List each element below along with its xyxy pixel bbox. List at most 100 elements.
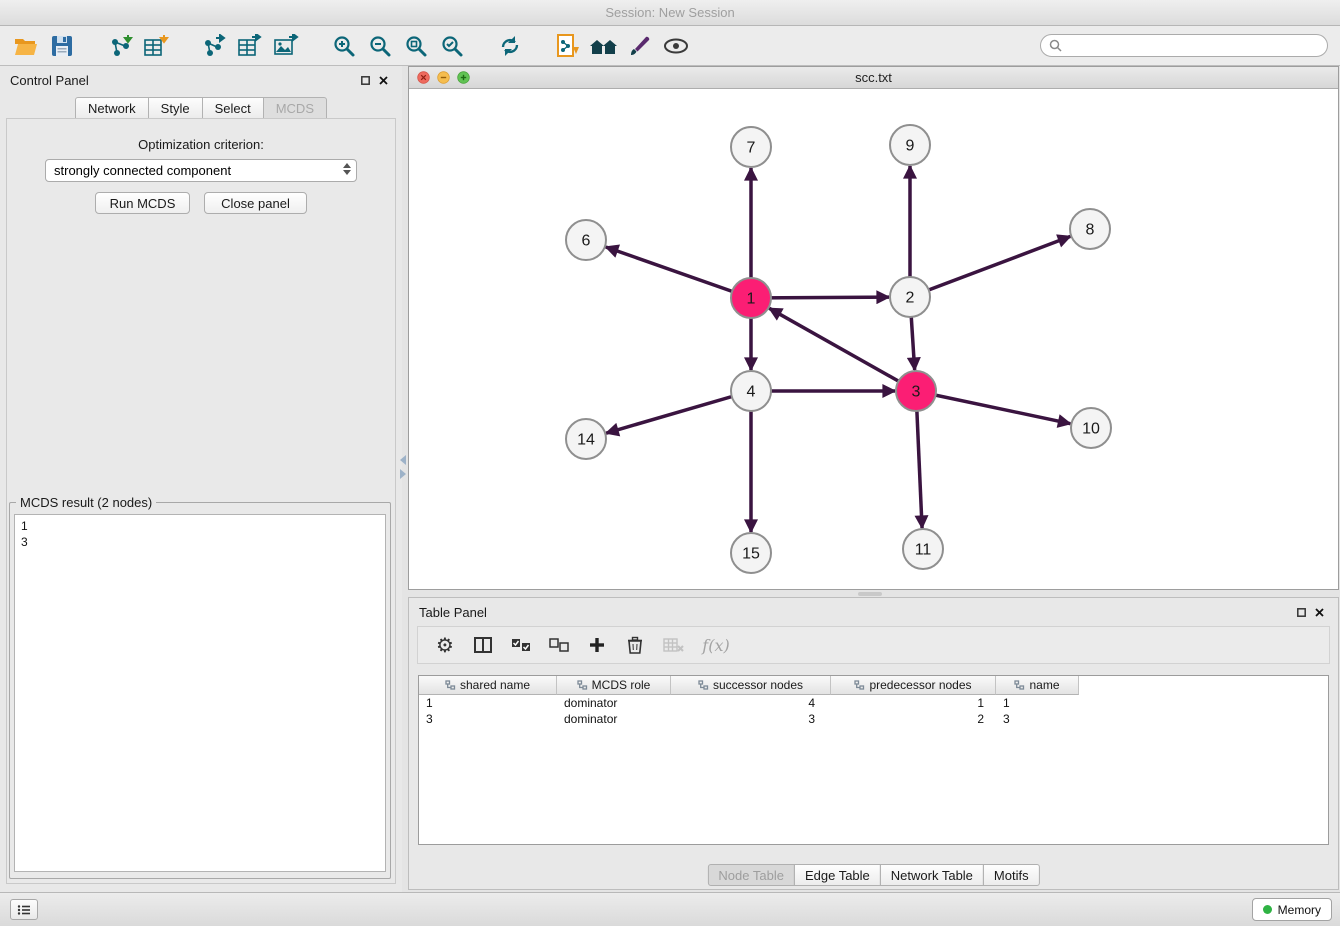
tab-edge-table[interactable]: Edge Table: [794, 864, 881, 886]
delete-table-button[interactable]: [656, 630, 690, 660]
search-icon: [1049, 39, 1062, 52]
save-session-button[interactable]: [44, 30, 80, 62]
network-node-label: 6: [582, 233, 591, 250]
close-window-icon[interactable]: [417, 71, 430, 84]
import-table-icon: [143, 34, 169, 58]
table-panel-title: Table Panel: [419, 605, 487, 620]
control-panel-float-button[interactable]: [358, 74, 372, 86]
column-edit-icon: [698, 680, 709, 690]
main-toolbar: [0, 26, 1340, 66]
memory-button[interactable]: Memory: [1252, 898, 1332, 921]
delete-rows-button[interactable]: [618, 630, 652, 660]
column-label: MCDS role: [592, 678, 651, 692]
minimize-window-icon[interactable]: [437, 71, 450, 84]
horizontal-splitter[interactable]: [858, 592, 882, 596]
column-header-shared-name[interactable]: shared name: [419, 676, 557, 695]
table-panel-float-button[interactable]: [1294, 606, 1308, 618]
checked-boxes-icon: [511, 638, 531, 652]
search-input[interactable]: [1067, 38, 1319, 53]
first-neighbors-button[interactable]: [586, 30, 622, 62]
trash-icon: [627, 636, 643, 654]
import-table-button[interactable]: [138, 30, 174, 62]
column-header-predecessor-nodes[interactable]: predecessor nodes: [831, 676, 996, 695]
window-controls: [417, 71, 470, 84]
column-header-successor-nodes[interactable]: successor nodes: [671, 676, 831, 695]
close-panel-button[interactable]: Close panel: [204, 192, 307, 214]
search-box[interactable]: [1040, 34, 1328, 57]
column-header-mcds-role[interactable]: MCDS role: [557, 676, 671, 695]
task-history-button[interactable]: [10, 899, 38, 920]
cell-shared-name[interactable]: 3: [419, 711, 557, 727]
mcds-result-list[interactable]: 1 3: [14, 514, 386, 872]
control-panel-close-button[interactable]: [376, 74, 390, 86]
vertical-splitter[interactable]: [399, 455, 407, 481]
column-label: successor nodes: [713, 678, 803, 692]
cell-shared-name[interactable]: 1: [419, 695, 557, 711]
column-header-name[interactable]: name: [996, 676, 1079, 695]
app-title: Session: New Session: [605, 5, 734, 20]
export-image-icon: [273, 34, 299, 58]
cell-name[interactable]: 3: [996, 711, 1079, 727]
column-edit-icon: [445, 680, 456, 690]
network-edge-3-10[interactable]: [916, 391, 1070, 424]
zoom-selected-button[interactable]: [434, 30, 470, 62]
network-edge-3-1[interactable]: [769, 308, 916, 391]
maximize-window-icon[interactable]: [457, 71, 470, 84]
table-panel-close-button[interactable]: [1312, 606, 1326, 618]
cell-successor-nodes[interactable]: 4: [671, 695, 831, 711]
apply-style-button[interactable]: [622, 30, 658, 62]
network-edge-2-8[interactable]: [910, 236, 1070, 297]
show-columns-button[interactable]: [466, 630, 500, 660]
zoom-in-button[interactable]: [326, 30, 362, 62]
tab-network[interactable]: Network: [75, 97, 149, 119]
cell-predecessor-nodes[interactable]: 2: [831, 711, 996, 727]
delete-table-icon: [663, 637, 684, 653]
status-bar: Memory: [0, 892, 1340, 926]
export-network-button[interactable]: [196, 30, 232, 62]
network-node-label: 8: [1086, 222, 1095, 239]
criterion-dropdown[interactable]: strongly connected component: [45, 159, 357, 182]
cell-mcds-role[interactable]: dominator: [557, 711, 671, 727]
network-graph-svg[interactable]: 7968124314101511: [409, 89, 1338, 589]
zoom-fit-button[interactable]: [398, 30, 434, 62]
tab-motifs[interactable]: Motifs: [983, 864, 1040, 886]
mcds-result-line: 3: [21, 534, 379, 550]
show-hide-button[interactable]: [658, 30, 694, 62]
cell-successor-nodes[interactable]: 3: [671, 711, 831, 727]
add-row-button[interactable]: [580, 630, 614, 660]
new-network-from-selection-button[interactable]: [550, 30, 586, 62]
zoom-out-button[interactable]: [362, 30, 398, 62]
column-edit-icon: [854, 680, 865, 690]
export-image-button[interactable]: [268, 30, 304, 62]
table-settings-button[interactable]: ⚙: [428, 630, 462, 660]
select-all-rows-button[interactable]: [504, 630, 538, 660]
save-floppy-icon: [51, 35, 73, 57]
cell-predecessor-nodes[interactable]: 1: [831, 695, 996, 711]
cell-name[interactable]: 1: [996, 695, 1079, 711]
open-session-button[interactable]: [8, 30, 44, 62]
import-network-button[interactable]: [102, 30, 138, 62]
tab-style[interactable]: Style: [148, 97, 203, 119]
export-table-button[interactable]: [232, 30, 268, 62]
refresh-view-button[interactable]: [492, 30, 528, 62]
network-window-title-bar[interactable]: scc.txt: [409, 67, 1338, 89]
table-row[interactable]: 1 dominator 4 1 1: [419, 695, 1328, 711]
cell-mcds-role[interactable]: dominator: [557, 695, 671, 711]
network-view-window: scc.txt 7968124314101511: [408, 66, 1339, 590]
apply-function-button[interactable]: f(x): [694, 630, 738, 660]
network-node-label: 7: [747, 140, 756, 157]
tab-select[interactable]: Select: [202, 97, 264, 119]
mcds-result-line: 1: [21, 518, 379, 534]
table-row[interactable]: 3 dominator 3 2 3: [419, 711, 1328, 727]
tab-node-table[interactable]: Node Table: [707, 864, 795, 886]
tab-mcds[interactable]: MCDS: [263, 97, 327, 119]
network-edge-4-14[interactable]: [606, 391, 751, 433]
network-edge-1-6[interactable]: [606, 247, 751, 298]
run-mcds-button[interactable]: Run MCDS: [95, 192, 190, 214]
zoom-fit-icon: [404, 34, 428, 58]
tab-network-table[interactable]: Network Table: [880, 864, 984, 886]
deselect-all-rows-button[interactable]: [542, 630, 576, 660]
function-icon: f(x): [702, 636, 729, 655]
column-edit-icon: [577, 680, 588, 690]
network-node-label: 4: [747, 384, 756, 401]
